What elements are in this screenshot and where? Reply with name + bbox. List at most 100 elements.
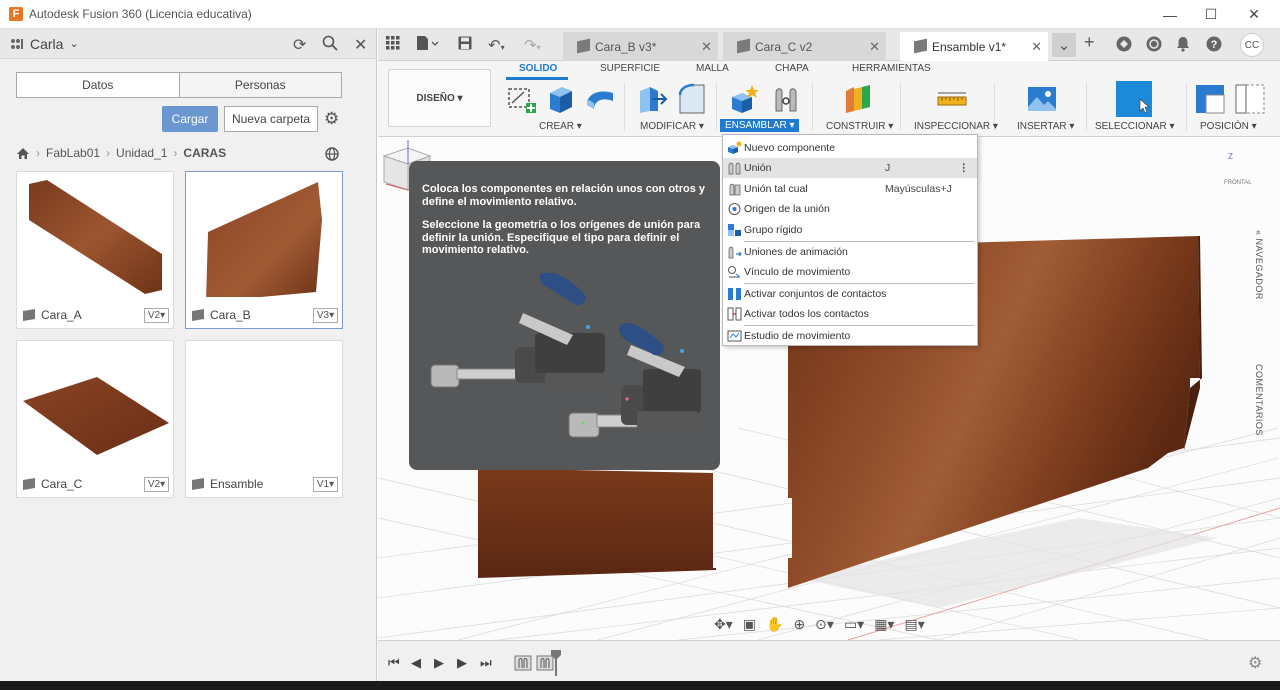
file-menu-icon[interactable] (416, 36, 440, 54)
team-selector[interactable]: Carla ⌄ (10, 36, 79, 52)
menu-item-origen-union[interactable]: Origen de la unión (723, 199, 977, 219)
tab-solido[interactable]: SOLIDO (519, 63, 557, 74)
menu-item-label: Nuevo componente (744, 142, 836, 154)
viewports-icon[interactable]: ▤▾ (904, 616, 924, 633)
look-at-icon[interactable]: ▣ (743, 616, 756, 633)
group-inspeccionar[interactable]: INSPECCIONAR ▾ (914, 121, 998, 132)
menu-item-activar-conjuntos[interactable]: Activar conjuntos de contactos (723, 284, 977, 304)
sweep-icon[interactable] (584, 83, 616, 115)
play-icon[interactable]: ▶ (434, 655, 444, 671)
gear-icon[interactable]: ⚙ (324, 109, 339, 129)
refresh-icon[interactable]: ⟳ (293, 35, 306, 55)
file-card-cara-c[interactable]: Cara_C V2 ▾ (16, 340, 174, 498)
job-status-icon[interactable] (1146, 36, 1162, 56)
extrude-icon[interactable] (544, 83, 576, 115)
menu-item-grupo-rigido[interactable]: Grupo rígido (723, 220, 977, 240)
tab-overflow-chevron-icon[interactable]: ⌄ (1052, 33, 1076, 57)
timeline-settings-gear-icon[interactable]: ⚙ (1248, 653, 1262, 673)
close-window-button[interactable]: ✕ (1232, 0, 1276, 29)
comments-side-tab[interactable]: COMENTARIOS (1254, 364, 1264, 436)
new-folder-button[interactable]: Nueva carpeta (224, 106, 318, 132)
help-icon[interactable]: ? (1206, 36, 1222, 56)
zoom-icon[interactable]: ⊕ (793, 616, 805, 633)
minimize-button[interactable]: — (1148, 0, 1192, 29)
menu-item-union[interactable]: Unión J ⋮ (723, 158, 977, 178)
insert-image-icon[interactable] (1026, 83, 1058, 115)
upload-button[interactable]: Cargar (162, 106, 218, 132)
measure-icon[interactable] (936, 83, 968, 115)
tab-ensamble[interactable]: Ensamble v1* ✕ (900, 32, 1048, 61)
group-seleccionar[interactable]: SELECCIONAR ▾ (1095, 121, 1174, 132)
tab-cara-b[interactable]: Cara_B v3* ✕ (563, 32, 718, 61)
tab-malla[interactable]: MALLA (696, 63, 729, 74)
breadcrumb-item[interactable]: Unidad_1 (116, 146, 167, 160)
pan-hand-icon[interactable]: ✋ (766, 616, 783, 633)
close-panel-icon[interactable]: ✕ (354, 35, 367, 55)
new-component-icon[interactable] (728, 83, 760, 115)
close-tab-icon[interactable]: ✕ (701, 39, 712, 55)
workspace-selector[interactable]: DISEÑO ▾ (388, 69, 491, 127)
search-icon[interactable] (322, 35, 338, 56)
zoom-window-icon[interactable]: ⊙▾ (815, 616, 834, 633)
offset-plane-icon[interactable] (842, 83, 874, 115)
save-icon[interactable] (458, 36, 472, 54)
go-to-start-icon[interactable]: ⏮ (388, 655, 400, 671)
redo-icon[interactable]: ↷▾ (524, 36, 541, 54)
group-ensamblar[interactable]: ENSAMBLAR ▾ (720, 119, 800, 132)
menu-item-uniones-animacion[interactable]: Uniones de animación (723, 242, 977, 262)
tab-personas[interactable]: Personas (179, 73, 341, 97)
grid-settings-icon[interactable]: ▦▾ (874, 616, 894, 633)
version-badge[interactable]: V1 ▾ (313, 477, 338, 492)
timeline-joint-feature-icon[interactable] (514, 655, 532, 671)
file-card-cara-b[interactable]: Cara_B V3 ▾ (185, 171, 343, 329)
press-pull-icon[interactable] (636, 83, 668, 115)
breadcrumb-item[interactable]: FabLab01 (46, 146, 100, 160)
menu-item-vinculo-movimiento[interactable]: Vínculo de movimiento (723, 262, 977, 282)
close-tab-icon[interactable]: ✕ (1031, 39, 1042, 55)
version-badge[interactable]: V2 ▾ (144, 477, 169, 492)
group-modificar[interactable]: MODIFICAR ▾ (640, 121, 704, 132)
tab-herramientas[interactable]: HERRAMIENTAS (852, 63, 931, 74)
group-construir[interactable]: CONSTRUIR ▾ (826, 121, 893, 132)
timeline-marker-handle[interactable] (551, 650, 561, 676)
menu-item-estudio-movimiento[interactable]: Estudio de movimiento (723, 326, 977, 346)
group-crear[interactable]: CREAR ▾ (539, 121, 582, 132)
step-back-icon[interactable]: ◀ (411, 655, 421, 671)
apps-grid-icon[interactable] (386, 36, 400, 54)
capture-position-icon[interactable] (1194, 83, 1226, 115)
go-to-end-icon[interactable]: ⏭ (480, 655, 492, 671)
close-tab-icon[interactable]: ✕ (869, 39, 880, 55)
tab-chapa[interactable]: CHAPA (775, 63, 809, 74)
menu-item-union-tal-cual[interactable]: Unión tal cual Mayúsculas+J (723, 179, 977, 199)
orbit-icon[interactable]: ✥▾ (714, 616, 733, 633)
version-badge[interactable]: V2 ▾ (144, 308, 169, 323)
more-options-icon[interactable]: ⋮ (959, 162, 970, 174)
revert-position-icon[interactable] (1234, 83, 1266, 115)
display-settings-icon[interactable]: ▭▾ (844, 616, 864, 633)
fillet-icon[interactable] (676, 83, 708, 115)
group-posicion[interactable]: POSICIÓN ▾ (1200, 121, 1257, 132)
menu-item-label: Unión (744, 162, 772, 174)
select-cursor-icon[interactable] (1116, 81, 1152, 117)
notifications-bell-icon[interactable] (1176, 36, 1190, 56)
version-badge[interactable]: V3 ▾ (313, 308, 338, 323)
new-tab-plus-icon[interactable]: + (1084, 32, 1095, 53)
joint-icon[interactable] (770, 83, 802, 115)
tab-datos[interactable]: Datos (17, 73, 180, 97)
step-forward-icon[interactable]: ▶ (457, 655, 467, 671)
menu-item-nuevo-componente[interactable]: Nuevo componente (723, 138, 977, 158)
file-card-cara-a[interactable]: Cara_A V2 ▾ (16, 171, 174, 329)
user-avatar[interactable]: CC (1240, 33, 1264, 57)
file-card-ensamble[interactable]: Ensamble V1 ▾ (185, 340, 343, 498)
group-insertar[interactable]: INSERTAR ▾ (1017, 121, 1074, 132)
home-icon[interactable] (16, 147, 30, 160)
maximize-button[interactable]: ☐ (1189, 0, 1233, 29)
globe-icon[interactable] (325, 147, 339, 161)
menu-item-activar-contactos[interactable]: Activar todos los contactos (723, 304, 977, 324)
tab-superficie[interactable]: SUPERFICIE (600, 63, 660, 74)
undo-icon[interactable]: ↶▾ (488, 36, 505, 54)
tab-cara-c[interactable]: Cara_C v2 ✕ (723, 32, 886, 61)
extensions-icon[interactable] (1116, 36, 1132, 56)
create-sketch-icon[interactable] (506, 83, 538, 115)
navigator-side-tab[interactable]: « NAVEGADOR (1254, 230, 1264, 300)
